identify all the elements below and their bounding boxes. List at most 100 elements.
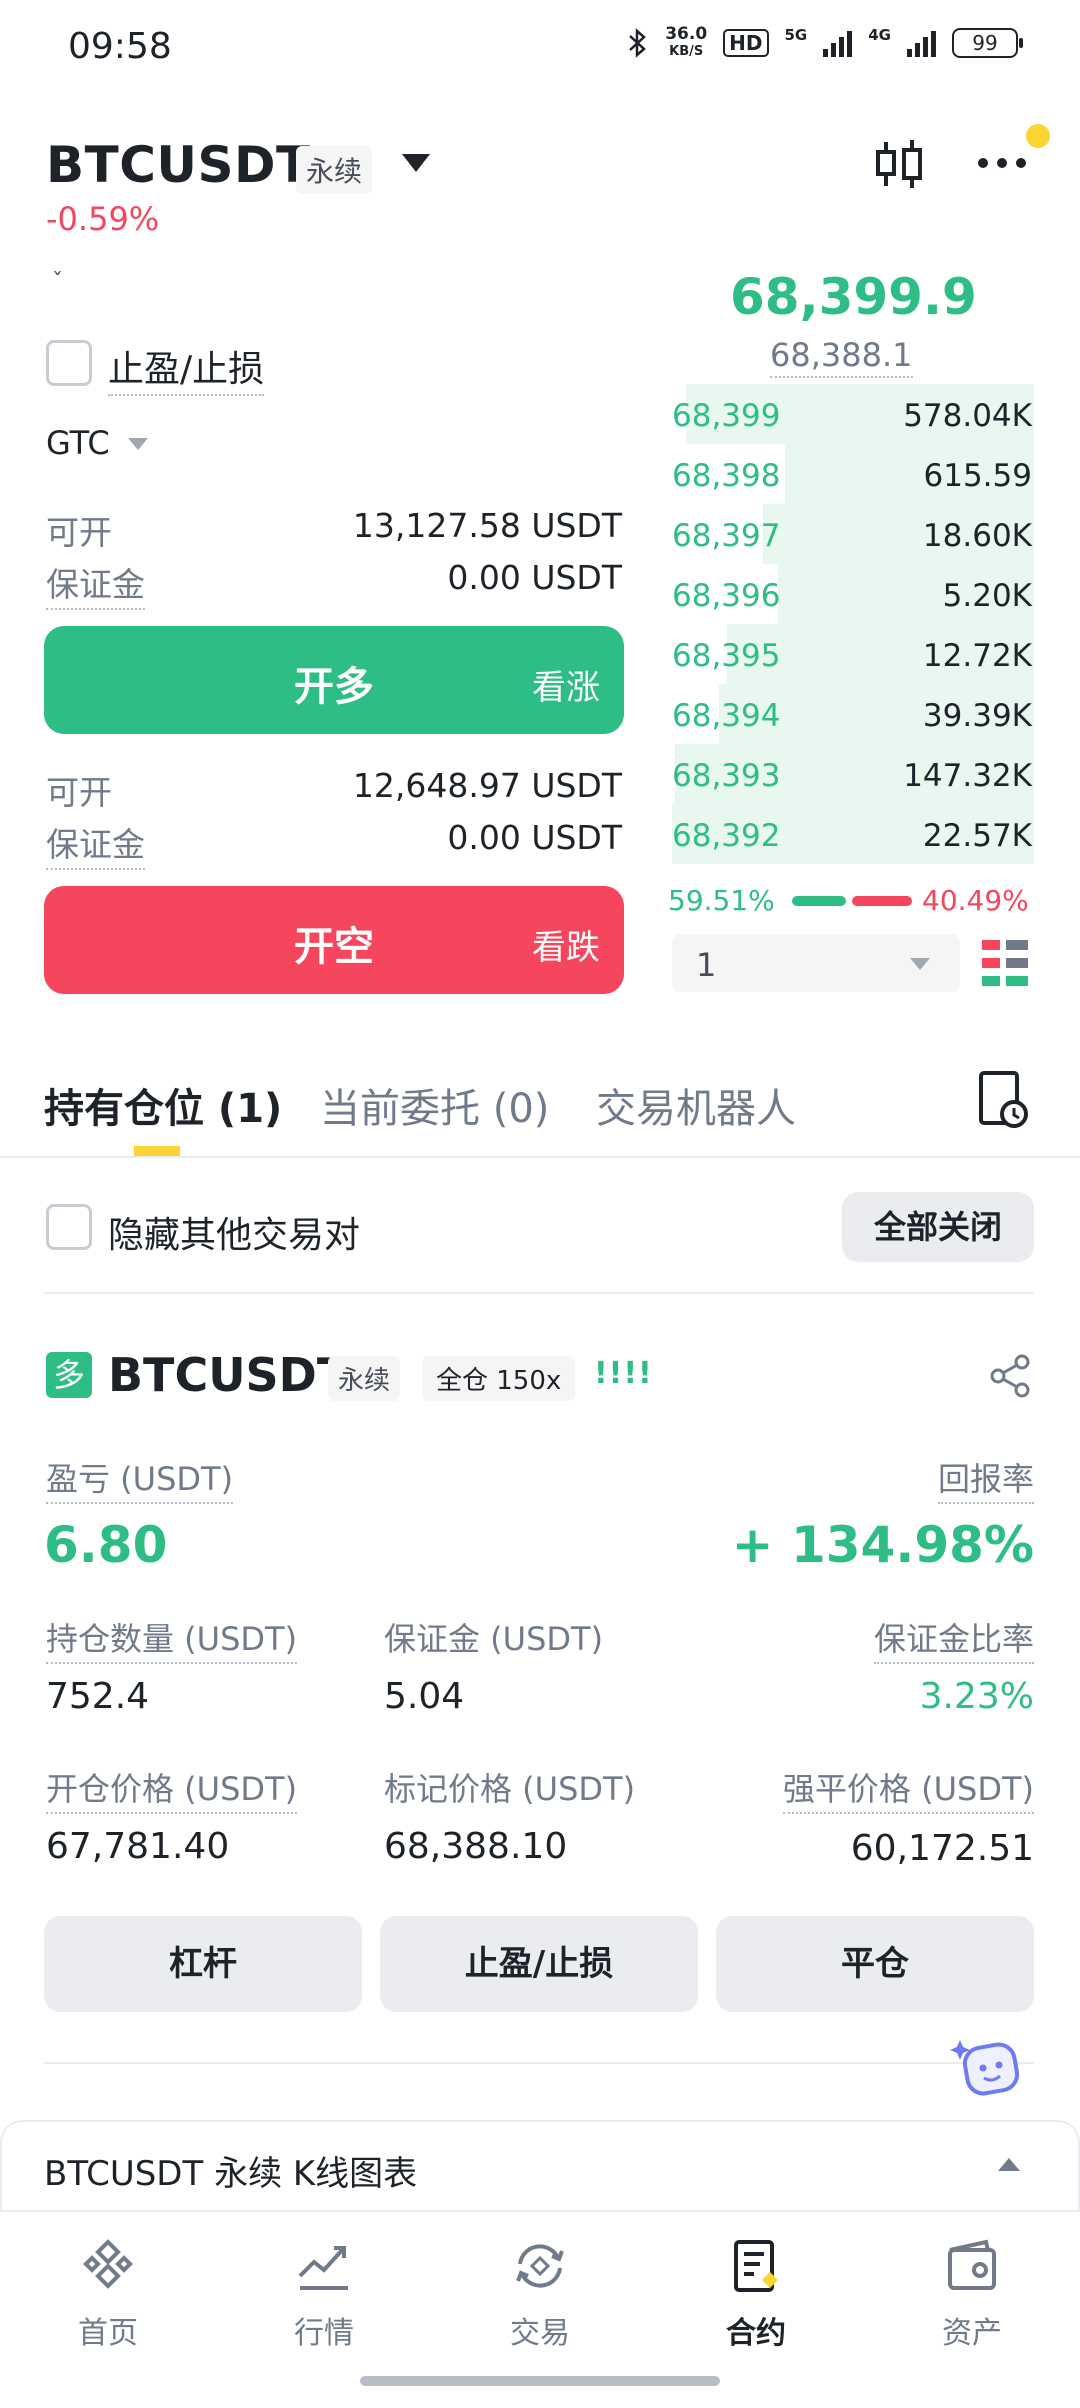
more-options-icon[interactable] xyxy=(978,158,1026,168)
long-margin-value: 0.00 USDT xyxy=(447,558,622,597)
orderbook-layout-icon[interactable] xyxy=(982,940,1028,988)
margin-ratio-value: 3.23% xyxy=(919,1676,1034,1717)
speed-unit: KB/S xyxy=(669,44,704,59)
entry-price-value: 67,781.40 xyxy=(46,1826,230,1867)
tab-trading-bots[interactable]: 交易机器人 xyxy=(596,1076,796,1134)
orderbook-row[interactable]: 68,399 578.04K xyxy=(668,384,1034,444)
bid-price: 68,398 xyxy=(672,458,781,494)
nav-home[interactable]: 首页 xyxy=(38,2236,178,2352)
hd-voice-icon: HD xyxy=(723,29,769,57)
trade-exchange-icon xyxy=(516,2244,564,2288)
position-size-value: 752.4 xyxy=(46,1676,150,1717)
chevron-down-icon[interactable] xyxy=(910,958,930,970)
tpsl-button[interactable]: 止盈/止损 xyxy=(380,1916,698,2012)
entry-price-label[interactable]: 开仓价格 (USDT) xyxy=(46,1764,298,1814)
nav-assets-label: 资产 xyxy=(942,2316,1002,2351)
liquidation-price-value: 60,172.51 xyxy=(850,1828,1034,1869)
mark-price[interactable]: 68,388.1 xyxy=(770,336,913,378)
long-available-value: 13,127.58 USDT xyxy=(352,506,622,545)
buy-ratio: 59.51% xyxy=(668,884,775,917)
symbol-title[interactable]: BTCUSDT xyxy=(46,136,311,194)
time-in-force-select[interactable]: GTC xyxy=(46,424,110,462)
collapse-chevron-icon[interactable]: ˇ xyxy=(52,270,63,295)
share-icon[interactable] xyxy=(988,1354,1032,1398)
kline-drawer-title[interactable]: BTCUSDT 永续 K线图表 xyxy=(44,2146,417,2195)
orderbook-row[interactable]: 68,393 147.32K xyxy=(668,744,1034,804)
status-time: 09:58 xyxy=(68,26,172,67)
bid-quantity: 5.20K xyxy=(942,578,1032,614)
tabs-divider xyxy=(0,1156,1080,1158)
chevron-down-icon[interactable] xyxy=(128,438,148,450)
nav-trade-label: 交易 xyxy=(510,2316,570,2351)
nav-trade[interactable]: 交易 xyxy=(470,2236,610,2352)
position-symbol[interactable]: BTCUSDT xyxy=(108,1348,348,1402)
orderbook-row[interactable]: 68,395 12.72K xyxy=(668,624,1034,684)
leverage-button[interactable]: 杠杆 xyxy=(44,1916,362,2012)
nav-assets[interactable]: 资产 xyxy=(902,2236,1042,2352)
margin-mode-leverage-tag[interactable]: 全仓 150x xyxy=(422,1356,576,1401)
orderbook-row[interactable]: 68,396 5.20K xyxy=(668,564,1034,624)
network-5g-label: 5G xyxy=(784,26,808,44)
hide-other-pairs-label[interactable]: 隐藏其他交易对 xyxy=(108,1206,360,1258)
position-size-label[interactable]: 持仓数量 (USDT) xyxy=(46,1614,298,1664)
orderbook-row[interactable]: 68,398 615.59 xyxy=(668,444,1034,504)
orderbook-bids: 68,399 578.04K 68,398 615.59 68,397 18.60K 68,… xyxy=(668,384,1034,864)
close-all-button[interactable]: 全部关闭 xyxy=(842,1192,1034,1262)
tab-open-orders[interactable]: 当前委托 (0) xyxy=(320,1076,549,1134)
bluetooth-icon xyxy=(629,28,647,58)
hide-other-pairs-checkbox[interactable] xyxy=(46,1204,92,1250)
tab-positions[interactable]: 持有仓位 (1) xyxy=(44,1076,282,1134)
nav-futures[interactable]: 合约 xyxy=(686,2236,826,2352)
symbol-dropdown-icon[interactable] xyxy=(402,154,430,172)
margin-value: 5.04 xyxy=(384,1676,465,1717)
bid-quantity: 18.60K xyxy=(922,518,1032,554)
roe-label[interactable]: 回报率 xyxy=(937,1454,1034,1504)
open-long-button[interactable]: 开多 看涨 xyxy=(44,626,624,734)
card-divider xyxy=(44,2062,1034,2064)
nav-markets[interactable]: 行情 xyxy=(254,2236,394,2352)
mark-price-label: 标记价格 (USDT) xyxy=(384,1770,636,1808)
orderbook-row[interactable]: 68,394 39.39K xyxy=(668,684,1034,744)
order-history-icon[interactable] xyxy=(978,1070,1030,1128)
futures-contract-icon xyxy=(734,2240,778,2292)
status-icons: 36.0 KB/S HD 5G 4G 99 xyxy=(627,26,1023,60)
margin-ratio-label[interactable]: 保证金比率 xyxy=(873,1614,1034,1664)
network-4g-label: 4G xyxy=(868,26,891,44)
speed-value: 36.0 xyxy=(665,24,708,44)
tpsl-label[interactable]: 止盈/止损 xyxy=(108,340,265,396)
section-divider xyxy=(44,1292,1034,1294)
bid-price: 68,397 xyxy=(672,518,781,554)
short-margin-value: 0.00 USDT xyxy=(447,818,622,857)
nav-home-label: 首页 xyxy=(78,2316,138,2351)
bid-price: 68,394 xyxy=(672,698,781,734)
liquidation-price-label[interactable]: 强平价格 (USDT) xyxy=(782,1764,1034,1814)
price-change: -0.59% xyxy=(46,200,160,238)
long-margin-label[interactable]: 保证金 xyxy=(46,558,145,610)
candlestick-chart-icon[interactable] xyxy=(872,136,928,192)
pnl-value: 6.80 xyxy=(44,1516,168,1574)
bid-quantity: 39.39K xyxy=(922,698,1032,734)
short-available-value: 12,648.97 USDT xyxy=(352,766,622,805)
network-speed: 36.0 KB/S xyxy=(665,26,707,60)
open-short-button[interactable]: 开空 看跌 xyxy=(44,886,624,994)
bid-price: 68,393 xyxy=(672,758,781,794)
orderbook-row[interactable]: 68,397 18.60K xyxy=(668,504,1034,564)
short-margin-label[interactable]: 保证金 xyxy=(46,818,145,870)
pnl-label[interactable]: 盈亏 (USDT) xyxy=(46,1454,234,1504)
tpsl-checkbox[interactable] xyxy=(46,340,92,386)
bid-quantity: 578.04K xyxy=(903,398,1032,434)
mark-price-value: 68,388.10 xyxy=(384,1826,568,1867)
open-long-sublabel: 看涨 xyxy=(532,668,600,708)
ai-assistant-icon[interactable] xyxy=(950,2030,1028,2108)
bid-price: 68,399 xyxy=(672,398,781,434)
home-icon xyxy=(83,2239,133,2289)
home-indicator[interactable] xyxy=(360,2376,720,2386)
adl-indicator: !!!! xyxy=(594,1356,653,1391)
nav-markets-label: 行情 xyxy=(294,2316,354,2351)
orderbook-row[interactable]: 68,392 22.57K xyxy=(668,804,1034,864)
notification-dot xyxy=(1026,124,1050,148)
bid-quantity: 12.72K xyxy=(922,638,1032,674)
contract-type-tag: 永续 xyxy=(296,146,373,194)
close-position-button[interactable]: 平仓 xyxy=(716,1916,1034,2012)
chevron-up-icon[interactable] xyxy=(998,2158,1020,2171)
